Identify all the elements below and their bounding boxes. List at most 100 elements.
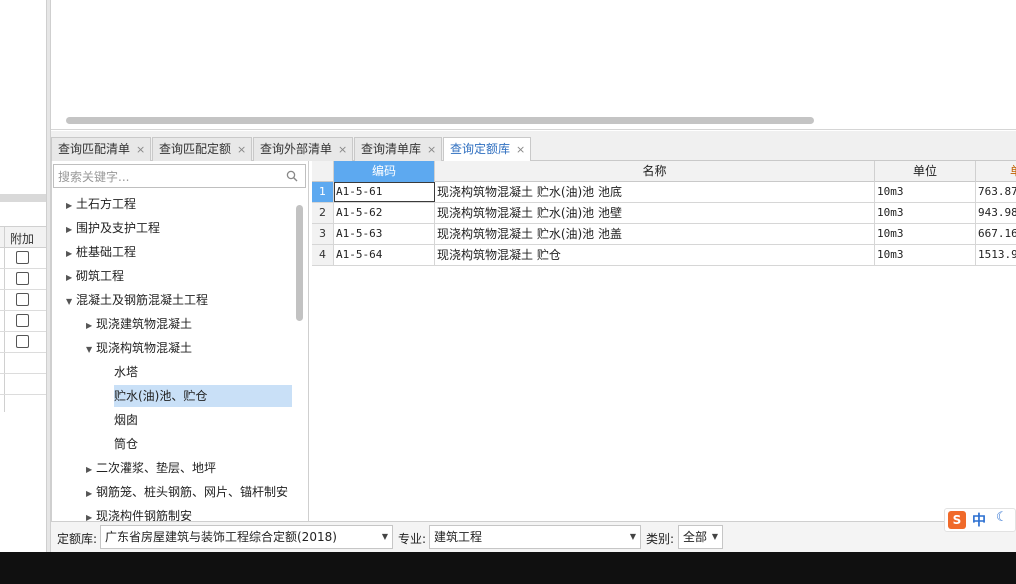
tree-node[interactable]: ▶ 土石方工程: [66, 193, 136, 215]
cell-code[interactable]: A1-5-62: [334, 203, 435, 223]
major-label: 专业:: [398, 532, 427, 546]
caret-right-icon[interactable]: ▶: [66, 243, 76, 265]
moon-icon[interactable]: ☾: [996, 510, 1008, 525]
cell-name[interactable]: 现浇构筑物混凝土 贮水(油)池 池盖: [435, 224, 875, 244]
tree-node-label: 砌筑工程: [76, 269, 125, 283]
tree-node[interactable]: ▶ 现浇建筑物混凝土: [86, 313, 192, 335]
attach-checkbox[interactable]: [16, 314, 29, 327]
category-value: 全部: [683, 530, 708, 544]
cell-code[interactable]: A1-5-61: [334, 182, 435, 202]
close-icon[interactable]: ×: [237, 143, 246, 156]
close-icon[interactable]: ×: [338, 143, 347, 156]
attach-checkbox[interactable]: [16, 335, 29, 348]
tab-label: 查询匹配清单: [58, 142, 131, 156]
tree-node[interactable]: ▼ 混凝土及钢筋混凝土工程: [66, 289, 208, 311]
caret-right-icon[interactable]: ▶: [66, 267, 76, 289]
cell-name[interactable]: 现浇构筑物混凝土 贮水(油)池 池底: [435, 182, 875, 202]
quota-library-select[interactable]: 广东省房屋建筑与装饰工程综合定额(2018) ▼: [100, 525, 393, 549]
tree-node-label: 混凝土及钢筋混凝土工程: [76, 293, 209, 307]
cell-price[interactable]: 667.16: [976, 224, 1016, 244]
table-row[interactable]: 3 A1-5-63 现浇构筑物混凝土 贮水(油)池 池盖 10m3 667.16: [312, 224, 1016, 245]
tree-node[interactable]: 贮水(油)池、贮仓: [114, 385, 292, 407]
header-unit[interactable]: 单位: [875, 161, 976, 182]
tree-scrollbar-thumb[interactable]: [296, 205, 303, 321]
tree-node-label: 现浇构筑物混凝土: [96, 341, 193, 355]
major-value: 建筑工程: [434, 530, 483, 544]
row-number[interactable]: 4: [312, 245, 334, 265]
tab-quota-library[interactable]: 查询定额库 ×: [443, 137, 531, 162]
tree-node-label: 土石方工程: [76, 197, 137, 211]
major-select[interactable]: 建筑工程 ▼: [429, 525, 641, 549]
cell-unit[interactable]: 10m3: [875, 224, 976, 244]
taskbar-strip: [0, 552, 1016, 584]
table-row[interactable]: 4A1-5-64现浇构筑物混凝土 贮仓10m31513.95: [312, 245, 1016, 266]
top-content-area: [51, 0, 1016, 130]
header-code[interactable]: 编码: [334, 161, 435, 182]
table-row[interactable]: 2 A1-5-62 现浇构筑物混凝土 贮水(油)池 池壁 10m3 943.98: [312, 203, 1016, 224]
cell-unit[interactable]: 10m3: [875, 203, 976, 223]
cell-price[interactable]: 763.87: [976, 182, 1016, 202]
tree-node[interactable]: ▶ 围护及支护工程: [66, 217, 160, 239]
cell-code[interactable]: A1-5-64: [334, 245, 435, 265]
caret-right-icon[interactable]: ▶: [86, 459, 96, 481]
tree-node-label: 现浇建筑物混凝土: [96, 317, 193, 331]
horizontal-scrollbar[interactable]: [66, 117, 814, 124]
tree-node-label: 贮水(油)池、贮仓: [114, 389, 208, 403]
tree-node-label: 围护及支护工程: [76, 221, 161, 235]
close-icon[interactable]: ×: [516, 143, 525, 156]
caret-right-icon[interactable]: ▶: [66, 219, 76, 241]
tab-match-list[interactable]: 查询匹配清单 ×: [51, 137, 151, 161]
row-number[interactable]: 1: [312, 182, 334, 202]
attach-checkbox[interactable]: [16, 272, 29, 285]
tree-node[interactable]: 筒仓: [114, 433, 138, 455]
caret-right-icon[interactable]: ▶: [86, 315, 96, 337]
cell-name[interactable]: 现浇构筑物混凝土 贮仓: [435, 245, 875, 265]
left-table-row: [0, 269, 46, 290]
category-label: 类别:: [646, 532, 675, 546]
cell-unit[interactable]: 10m3: [875, 182, 976, 202]
cell-price[interactable]: 943.98: [976, 203, 1016, 223]
cell-price[interactable]: 1513.95: [976, 245, 1016, 265]
tree-node[interactable]: ▼ 现浇构筑物混凝土: [86, 337, 192, 359]
ime-logo-icon[interactable]: S: [948, 511, 966, 529]
tab-label: 查询匹配定额: [159, 142, 232, 156]
tree-node[interactable]: ▶ 钢筋笼、桩头钢筋、网片、锚杆制安: [86, 481, 288, 503]
tab-list-library[interactable]: 查询清单库 ×: [354, 137, 442, 161]
attach-checkbox[interactable]: [16, 251, 29, 264]
caret-right-icon[interactable]: ▶: [66, 195, 76, 217]
tree-node-label: 水塔: [114, 365, 139, 379]
attach-checkbox[interactable]: [16, 293, 29, 306]
tab-match-quota[interactable]: 查询匹配定额 ×: [152, 137, 252, 161]
ime-language-toggle[interactable]: 中: [972, 510, 986, 530]
tree-node[interactable]: ▶ 砌筑工程: [66, 265, 124, 287]
header-price[interactable]: 单: [976, 161, 1016, 182]
search-box[interactable]: [53, 164, 306, 188]
close-icon[interactable]: ×: [427, 143, 436, 156]
left-table-row: [0, 311, 46, 332]
tab-external-list[interactable]: 查询外部清单 ×: [253, 137, 353, 161]
caret-down-icon[interactable]: ▼: [86, 339, 96, 361]
tree-node[interactable]: ▶ 二次灌浆、垫层、地坪: [86, 457, 216, 479]
row-number[interactable]: 3: [312, 224, 334, 244]
tree-node[interactable]: ▶ 桩基础工程: [66, 241, 136, 263]
left-table-row: [0, 353, 46, 374]
header-name[interactable]: 名称: [435, 161, 875, 182]
cell-name[interactable]: 现浇构筑物混凝土 贮水(油)池 池壁: [435, 203, 875, 223]
search-icon[interactable]: [286, 170, 298, 182]
search-input[interactable]: [56, 167, 282, 187]
close-icon[interactable]: ×: [136, 143, 145, 156]
tree-node[interactable]: 烟囱: [114, 409, 138, 431]
tree-node[interactable]: 水塔: [114, 361, 138, 383]
cell-code[interactable]: A1-5-63: [334, 224, 435, 244]
cell-unit[interactable]: 10m3: [875, 245, 976, 265]
left-table-row: [0, 248, 46, 269]
table-row[interactable]: 1 A1-5-61 现浇构筑物混凝土 贮水(油)池 池底 10m3 763.87: [312, 182, 1016, 203]
tree-node-label: 烟囱: [114, 413, 139, 427]
caret-down-icon[interactable]: ▼: [66, 291, 76, 313]
tree-node-label: 桩基础工程: [76, 245, 137, 259]
tab-label: 查询清单库: [361, 142, 422, 156]
caret-right-icon[interactable]: ▶: [86, 483, 96, 505]
category-select[interactable]: 全部 ▼: [678, 525, 723, 549]
row-number[interactable]: 2: [312, 203, 334, 223]
tree-node-label: 钢筋笼、桩头钢筋、网片、锚杆制安: [96, 485, 289, 499]
